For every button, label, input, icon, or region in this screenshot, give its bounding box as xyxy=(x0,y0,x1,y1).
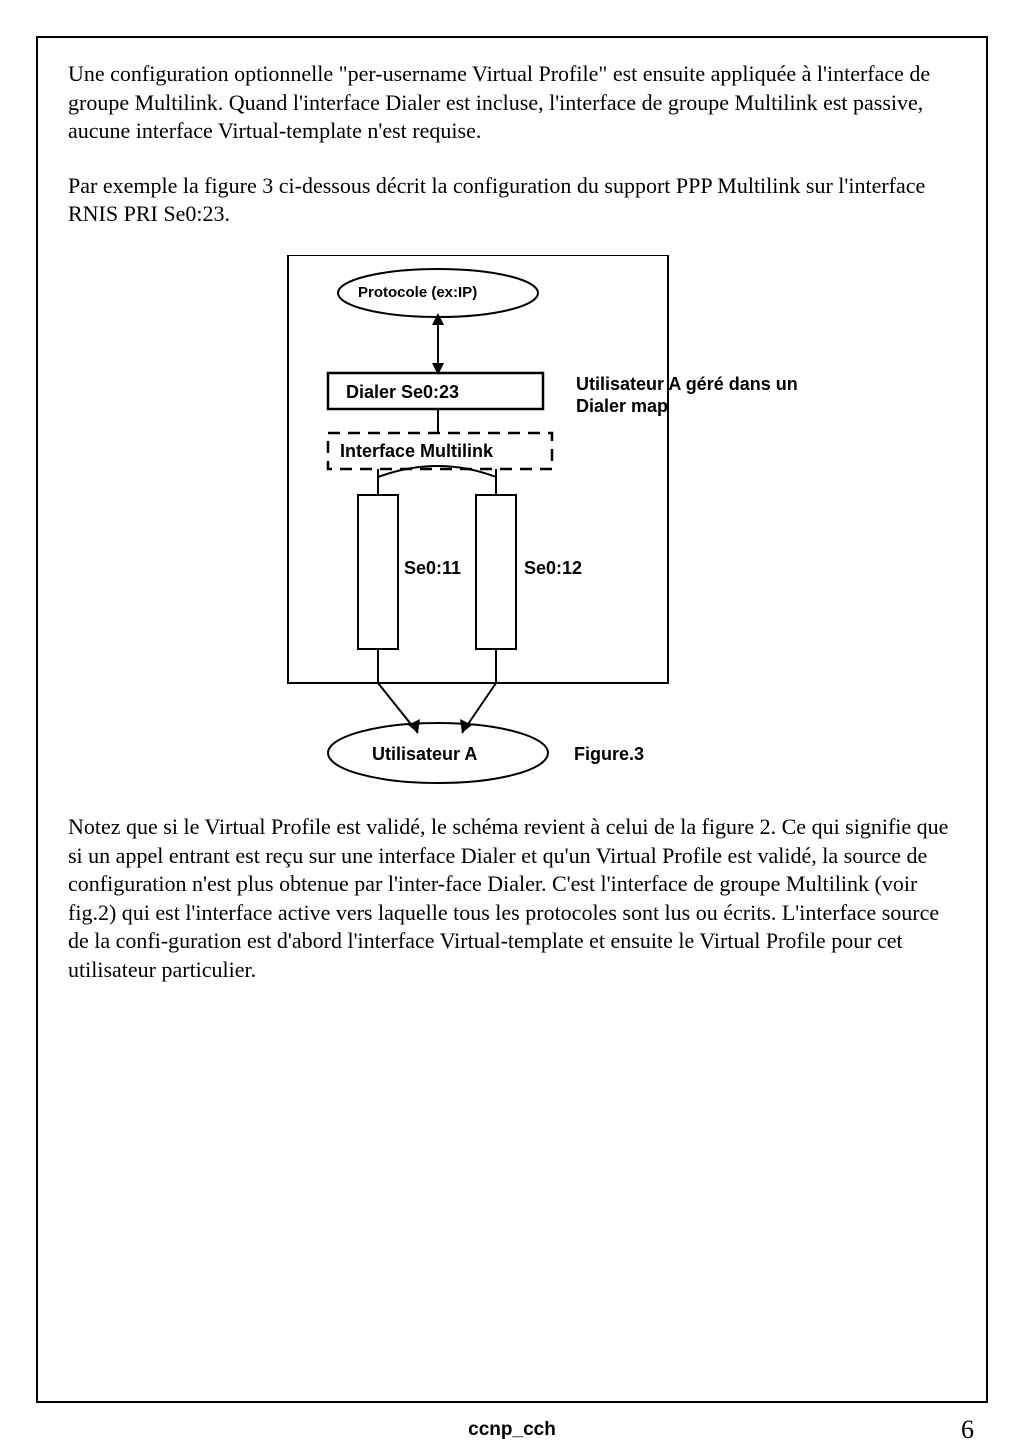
figure-caption: Figure.3 xyxy=(574,743,644,766)
paragraph-2: Par exemple la figure 3 ci-dessous décri… xyxy=(68,172,956,229)
multilink-label: Interface Multilink xyxy=(340,440,493,463)
diagram-svg xyxy=(228,255,848,795)
protocol-label: Protocole (ex:IP) xyxy=(358,283,477,303)
dialer-note-line2: Dialer map xyxy=(576,395,668,418)
paragraph-3: Notez que si le Virtual Profile est vali… xyxy=(68,813,956,985)
paragraph-1: Une configuration optionnelle "per-usern… xyxy=(68,60,956,146)
serial-1-label: Se0:11 xyxy=(404,557,461,580)
dialer-label: Dialer Se0:23 xyxy=(346,381,459,404)
serial-2-label: Se0:12 xyxy=(524,557,582,580)
user-label: Utilisateur A xyxy=(372,743,477,766)
page-content: Une configuration optionnelle "per-usern… xyxy=(36,38,988,985)
footer-doc-name: ccnp_cch xyxy=(0,1418,1024,1443)
figure-3-diagram: Protocole (ex:IP) Dialer Se0:23 Interfac… xyxy=(228,255,848,795)
dialer-note-line1: Utilisateur A géré dans un xyxy=(576,373,798,396)
page-number: 6 xyxy=(961,1413,974,1447)
